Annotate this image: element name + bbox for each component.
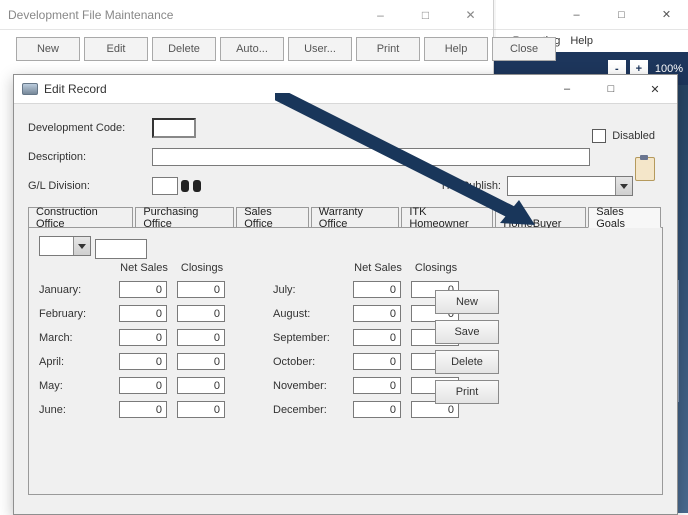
label-april: April:	[39, 356, 111, 368]
toolbar-auto-button[interactable]: Auto...	[220, 37, 284, 61]
development-code-input[interactable]	[152, 118, 196, 138]
label-september: September:	[273, 332, 345, 344]
goals-new-button[interactable]: New	[435, 290, 499, 314]
toolbar-print-button[interactable]: Print	[356, 37, 420, 61]
edit-minimize-button[interactable]: –	[545, 75, 589, 103]
tab-sales-office[interactable]: Sales Office	[236, 207, 309, 227]
edit-maximize-button[interactable]: □	[589, 75, 633, 103]
label-july: July:	[273, 284, 345, 296]
tab-construction-office[interactable]: Construction Office	[28, 207, 133, 227]
tab-sales-goals[interactable]: Sales Goals	[588, 207, 661, 228]
toolbar-edit-button[interactable]: Edit	[84, 37, 148, 61]
label-development-code: Development Code:	[28, 122, 152, 134]
edit-title: Edit Record	[44, 82, 107, 96]
disabled-checkbox[interactable]	[592, 129, 606, 143]
october-net-sales-input[interactable]: 0	[353, 353, 401, 370]
itk-publish-dropdown-button[interactable]	[615, 177, 632, 195]
header-net-sales-right: Net Sales	[353, 262, 403, 274]
toolbar-close-button[interactable]: Close	[492, 37, 556, 61]
june-net-sales-input[interactable]: 0	[119, 401, 167, 418]
tab-bar: Construction Office Purchasing Office Sa…	[28, 206, 663, 228]
parent-titlebar: Development File Maintenance – □ ✕	[0, 0, 493, 30]
header-net-sales-left: Net Sales	[119, 262, 169, 274]
label-october: October:	[273, 356, 345, 368]
parent-minimize-button[interactable]: –	[358, 0, 403, 29]
label-august: August:	[273, 308, 345, 320]
parent-title: Development File Maintenance	[8, 8, 173, 22]
year-dropdown-button[interactable]	[73, 237, 90, 255]
april-closings-input[interactable]: 0	[177, 353, 225, 370]
march-net-sales-input[interactable]: 0	[119, 329, 167, 346]
june-closings-input[interactable]: 0	[177, 401, 225, 418]
label-itk-publish: ITK Publish:	[442, 180, 501, 192]
february-closings-input[interactable]: 0	[177, 305, 225, 322]
january-net-sales-input[interactable]: 0	[119, 281, 167, 298]
toolbar-help-button[interactable]: Help	[424, 37, 488, 61]
edit-titlebar[interactable]: Edit Record – □ ✕	[14, 75, 677, 104]
august-net-sales-input[interactable]: 0	[353, 305, 401, 322]
edit-record-window: Edit Record – □ ✕ Development Code: Disa…	[13, 74, 678, 515]
edit-close-button[interactable]: ✕	[633, 75, 677, 103]
parent-toolbar: New Edit Delete Auto... User... Print He…	[0, 30, 493, 68]
label-november: November:	[273, 380, 345, 392]
april-net-sales-input[interactable]: 0	[119, 353, 167, 370]
july-net-sales-input[interactable]: 0	[353, 281, 401, 298]
toolbar-delete-button[interactable]: Delete	[152, 37, 216, 61]
header-closings-left: Closings	[177, 262, 227, 274]
binoculars-icon[interactable]	[180, 177, 202, 195]
toolbar-user-button[interactable]: User...	[288, 37, 352, 61]
goals-delete-button[interactable]: Delete	[435, 350, 499, 374]
goals-print-button[interactable]: Print	[435, 380, 499, 404]
tab-itk-homeowner[interactable]: ITK Homeowner	[401, 207, 493, 227]
march-closings-input[interactable]: 0	[177, 329, 225, 346]
clipboard-icon[interactable]	[635, 157, 655, 181]
toolbar-new-button[interactable]: New	[16, 37, 80, 61]
bg-maximize-button[interactable]: □	[599, 0, 644, 29]
bg-minimize-button[interactable]: –	[554, 0, 599, 29]
goals-save-button[interactable]: Save	[435, 320, 499, 344]
bg-menu-help[interactable]: Help	[570, 35, 593, 47]
sales-goals-panel: Net Sales Closings Net Sales Closings Ja…	[28, 228, 663, 495]
tab-purchasing-office[interactable]: Purchasing Office	[135, 207, 234, 227]
february-net-sales-input[interactable]: 0	[119, 305, 167, 322]
label-january: January:	[39, 284, 111, 296]
header-closings-right: Closings	[411, 262, 461, 274]
sales-goals-buttons: New Save Delete Print	[435, 290, 499, 404]
parent-maximize-button[interactable]: □	[403, 0, 448, 29]
chevron-down-icon	[620, 184, 628, 189]
may-closings-input[interactable]: 0	[177, 377, 225, 394]
description-input[interactable]	[152, 148, 590, 166]
november-net-sales-input[interactable]: 0	[353, 377, 401, 394]
itk-publish-select[interactable]	[507, 176, 633, 196]
tab-warranty-office[interactable]: Warranty Office	[311, 207, 400, 227]
label-may: May:	[39, 380, 111, 392]
label-description: Description:	[28, 151, 152, 163]
september-net-sales-input[interactable]: 0	[353, 329, 401, 346]
label-disabled: Disabled	[612, 130, 655, 142]
disabled-checkbox-wrap[interactable]: Disabled	[592, 129, 655, 143]
year-select[interactable]	[39, 236, 91, 256]
may-net-sales-input[interactable]: 0	[119, 377, 167, 394]
chevron-down-icon	[78, 244, 86, 249]
sales-goals-grid: Net Sales Closings Net Sales Closings Ja…	[39, 262, 652, 418]
edit-app-icon	[22, 83, 38, 95]
parent-close-button[interactable]: ✕	[448, 0, 493, 29]
bg-close-button[interactable]: ✕	[644, 0, 688, 29]
december-net-sales-input[interactable]: 0	[353, 401, 401, 418]
tab-itk-homebuyer[interactable]: ITK HomeBuyer	[495, 207, 586, 227]
january-closings-input[interactable]: 0	[177, 281, 225, 298]
label-february: February:	[39, 308, 111, 320]
year-adjacent-box[interactable]	[95, 239, 147, 259]
gl-division-input[interactable]	[152, 177, 178, 195]
label-june: June:	[39, 404, 111, 416]
label-gl-division: G/L Division:	[28, 180, 152, 192]
label-march: March:	[39, 332, 111, 344]
label-december: December:	[273, 404, 345, 416]
